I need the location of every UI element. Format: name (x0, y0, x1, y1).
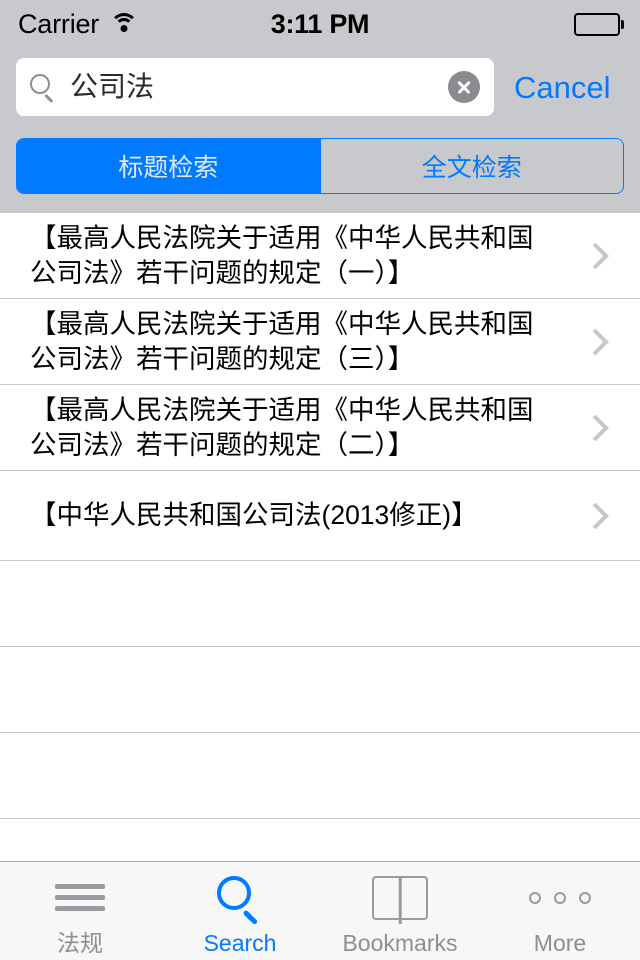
hamburger-icon (55, 874, 105, 922)
clear-icon[interactable] (448, 71, 480, 103)
result-title: 【最高人民法院关于适用《中华人民共和国公司法》若干问题的规定（二）】 (30, 394, 534, 460)
search-mode-segmented-control[interactable]: 标题检索 全文检索 (16, 138, 624, 194)
clock-label: 3:11 PM (270, 8, 370, 39)
tab-search[interactable]: Search (160, 862, 320, 960)
tab-bookmarks-label: Bookmarks (342, 929, 458, 956)
tab-bar: 法规 Search Bookmarks More (0, 861, 640, 960)
search-icon (216, 874, 264, 925)
chevron-right-icon (582, 501, 616, 531)
cancel-button[interactable]: Cancel (514, 72, 611, 103)
book-icon (372, 874, 428, 924)
search-input-value: 公司法 (70, 71, 155, 102)
tab-regulations[interactable]: 法规 (0, 862, 160, 960)
app-root: Carrier 3:11 PM 公司法 Cancel 标题检索 全文检索 【最高… (0, 0, 640, 960)
tab-search-label: Search (203, 929, 277, 956)
result-title: 【中华人民共和国公司法(2013修正)】 (30, 500, 478, 531)
search-input[interactable]: 公司法 (16, 58, 494, 116)
result-title: 【最高人民法院关于适用《中华人民共和国公司法》若干问题的规定（三）】 (30, 308, 534, 374)
table-row[interactable]: 【最高人民法院关于适用《中华人民共和国公司法》若干问题的规定（三）】 (0, 299, 640, 385)
ellipsis-icon (529, 874, 591, 922)
tab-bookmarks[interactable]: Bookmarks (320, 862, 480, 960)
empty-row (0, 561, 640, 647)
empty-row (0, 647, 640, 733)
tab-title-search[interactable]: 标题检索 (17, 139, 320, 193)
chevron-right-icon (582, 241, 616, 271)
chevron-right-icon (582, 413, 616, 443)
search-results-list[interactable]: 【最高人民法院关于适用《中华人民共和国公司法》若干问题的规定（一）】 【最高人民… (0, 213, 640, 861)
search-header: 公司法 Cancel 标题检索 全文检索 (0, 48, 640, 213)
status-bar: Carrier 3:11 PM (0, 0, 640, 48)
empty-row (0, 733, 640, 819)
result-title: 【最高人民法院关于适用《中华人民共和国公司法》若干问题的规定（一）】 (30, 222, 534, 288)
empty-row (0, 819, 640, 861)
table-row[interactable]: 【最高人民法院关于适用《中华人民共和国公司法》若干问题的规定（一）】 (0, 213, 640, 299)
tab-regulations-label: 法规 (57, 929, 103, 956)
tab-more[interactable]: More (480, 862, 640, 960)
tab-more-label: More (533, 929, 587, 956)
table-row[interactable]: 【最高人民法院关于适用《中华人民共和国公司法》若干问题的规定（二）】 (0, 385, 640, 471)
search-icon (30, 74, 56, 103)
tab-fulltext-search[interactable]: 全文检索 (319, 139, 624, 193)
search-row: 公司法 Cancel (0, 48, 640, 116)
table-row[interactable]: 【中华人民共和国公司法(2013修正)】 (0, 471, 640, 561)
chevron-right-icon (582, 327, 616, 357)
